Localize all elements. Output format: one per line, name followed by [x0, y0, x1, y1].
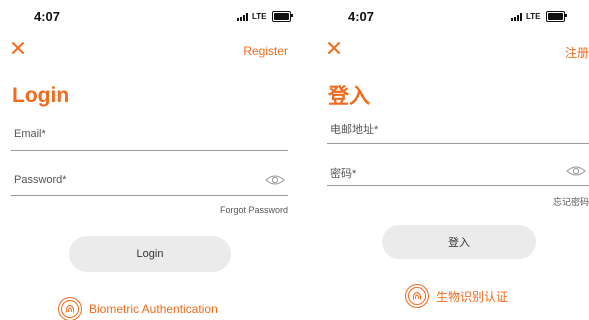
- close-icon[interactable]: [11, 41, 25, 55]
- network-type: LTE: [526, 12, 541, 21]
- biometric-auth-link[interactable]: Biometric Authentication: [57, 296, 218, 320]
- password-field-underline: [327, 185, 589, 186]
- status-time: 4:07: [34, 9, 61, 24]
- battery-icon: [545, 11, 567, 22]
- page-title: Login: [12, 84, 70, 107]
- register-link[interactable]: 注册: [565, 44, 589, 61]
- register-link[interactable]: Register: [243, 44, 288, 58]
- login-button[interactable]: 登入: [382, 225, 536, 259]
- password-field-underline: [11, 195, 288, 196]
- forgot-password-link[interactable]: Forgot Password: [220, 205, 288, 215]
- email-field[interactable]: Email*: [14, 128, 46, 140]
- fingerprint-icon: [58, 297, 82, 320]
- network-type: LTE: [252, 12, 267, 21]
- email-field-underline: [11, 150, 288, 151]
- password-field[interactable]: Password*: [14, 174, 67, 186]
- status-time: 4:07: [348, 9, 375, 24]
- biometric-label: Biometric Authentication: [89, 302, 218, 316]
- login-screen-chinese: 4:07 LTE 注册 登入 电邮地址* 密码* 忘记密码 登入 生物识别认证: [316, 0, 589, 320]
- login-screen-english: 4:07 LTE Register Login Email* Password*…: [0, 0, 300, 320]
- email-field-underline: [327, 143, 589, 144]
- signal-icon: [511, 12, 522, 21]
- biometric-label: 生物识别认证: [436, 289, 509, 304]
- eye-icon[interactable]: [265, 174, 285, 186]
- password-field[interactable]: 密码*: [330, 165, 356, 181]
- fingerprint-icon: [405, 284, 429, 308]
- status-bar-indicators: LTE: [237, 11, 293, 22]
- eye-icon[interactable]: [566, 165, 586, 177]
- close-icon[interactable]: [327, 41, 341, 55]
- email-field[interactable]: 电邮地址*: [330, 121, 378, 137]
- biometric-auth-link[interactable]: 生物识别认证: [404, 283, 508, 309]
- battery-icon: [271, 11, 293, 22]
- signal-icon: [237, 12, 248, 21]
- status-bar-indicators: LTE: [511, 11, 567, 22]
- forgot-password-link[interactable]: 忘记密码: [553, 195, 589, 208]
- page-title: 登入: [328, 85, 370, 108]
- login-button[interactable]: Login: [69, 236, 231, 272]
